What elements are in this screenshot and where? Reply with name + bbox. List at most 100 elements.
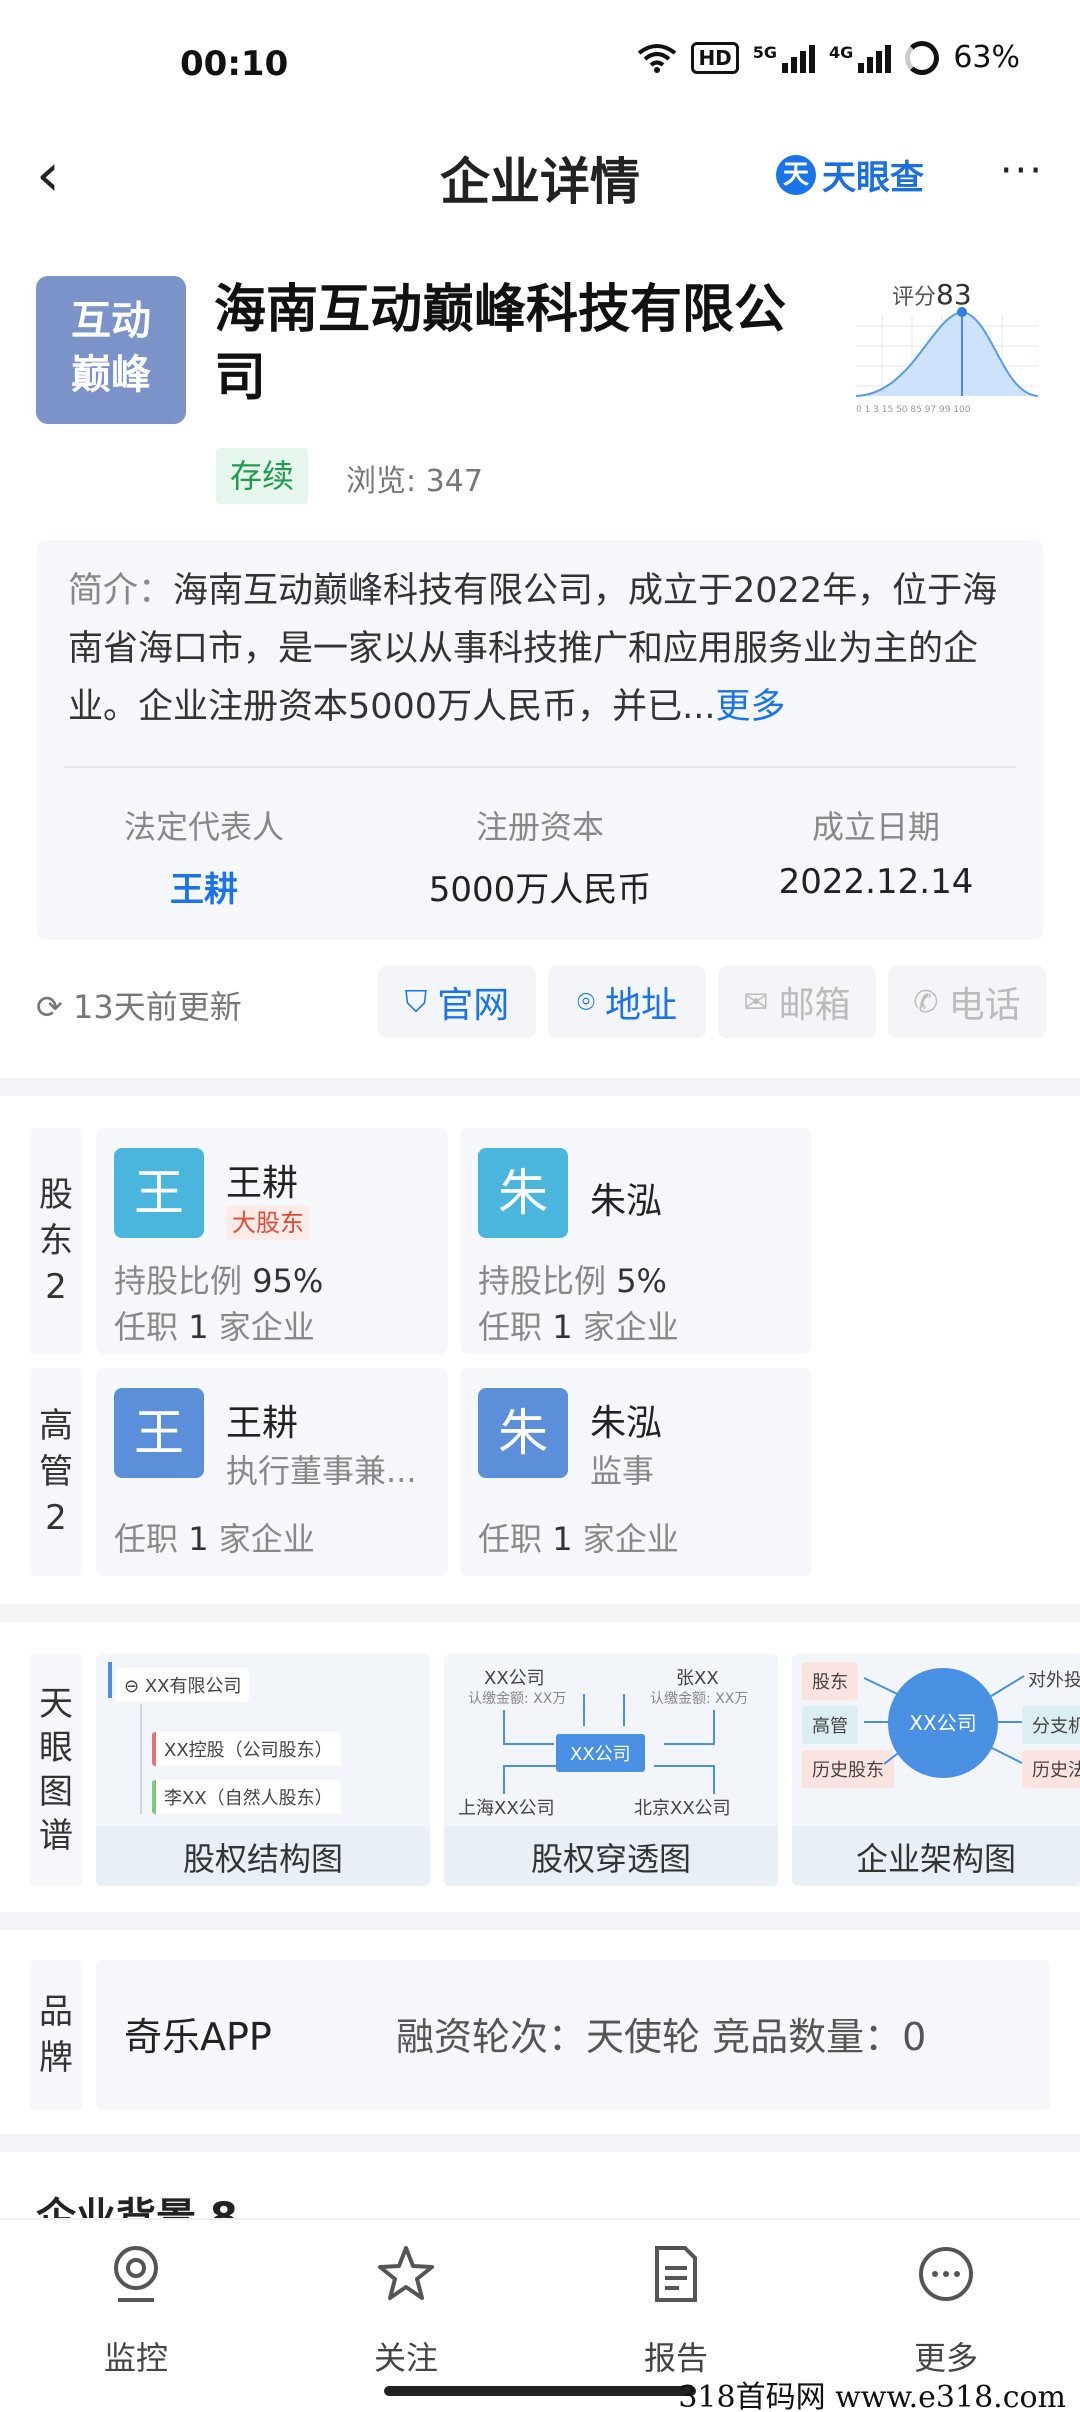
brand-card[interactable]: 奇乐APP 融资轮次：天使轮 竞品数量：0	[96, 1960, 1050, 2110]
company-name: 海南互动巅峰科技有限公司	[214, 280, 787, 408]
founded-date: 成立日期 2022.12.14	[708, 802, 1044, 902]
founded-date-value: 2022.12.14	[778, 862, 974, 902]
job-count: 任职 1 家企业	[114, 1308, 315, 1346]
signal-4g-icon: 4G	[829, 43, 892, 73]
avatar-line-1: 互动	[71, 298, 151, 344]
more-menu-button[interactable]: ···	[1000, 148, 1044, 194]
equity-structure-card[interactable]: ⊖ XX有限公司 XX控股（公司股东） 李XX（自然人股东） 股权结构图	[96, 1654, 430, 1886]
founded-date-label: 成立日期	[811, 808, 940, 846]
equity-penetration-card[interactable]: XX公司 认缴金额: XX万 张XX 认缴金额: XX万 XX公司 上海XX公司…	[444, 1654, 778, 1886]
intro-label: 简介：	[68, 571, 174, 611]
monitor-icon	[36, 2242, 236, 2321]
refresh-icon: ⟳	[36, 988, 73, 1026]
legal-rep-label: 法定代表人	[123, 808, 284, 846]
graph-node: 分支机	[1022, 1706, 1080, 1744]
intro-body: 海南互动巅峰科技有限公司，成立于2022年，位于海南省海口市，是一家以从事科技推…	[68, 571, 998, 727]
tab-more[interactable]: 更多	[846, 2242, 1046, 2379]
graph-card-title: 企业架构图	[855, 1840, 1016, 1878]
view-count: 浏览: 347	[346, 464, 483, 499]
shield-icon: ⛉	[404, 984, 428, 1020]
logo-mark-icon: 天	[776, 154, 816, 195]
registered-capital-value: 5000万人民币	[428, 870, 652, 910]
score-widget[interactable]: 评分83 0 1 3 15 50 85 97 99 100	[852, 276, 1042, 416]
section-gap	[0, 2134, 1080, 2152]
job-count: 任职 1 家企业	[478, 1308, 679, 1346]
divider	[64, 766, 1016, 768]
tab-follow[interactable]: 关注	[306, 2242, 506, 2379]
battery-percent: 63%	[953, 40, 1020, 75]
person-name: 朱泓	[590, 1403, 663, 1444]
brand-side-label[interactable]: 品牌	[30, 1960, 82, 2110]
status-badge: 存续	[216, 448, 309, 504]
person-avatar: 朱	[478, 1148, 568, 1238]
share-ratio: 持股比例 95%	[114, 1262, 324, 1300]
job-count: 任职 1 家企业	[114, 1520, 315, 1558]
major-shareholder-badge: 大股东	[226, 1206, 310, 1240]
section-gap	[0, 1604, 1080, 1622]
person-avatar: 王	[114, 1148, 204, 1238]
nav-bar: ‹ 企业详情 天 天眼查 ···	[0, 120, 1080, 230]
legal-rep-value[interactable]: 王耕	[36, 862, 372, 911]
graph-node: 上海XX公司	[458, 1798, 555, 1819]
graph-side-label[interactable]: 天眼图谱	[30, 1654, 82, 1886]
more-icon	[846, 2242, 1046, 2321]
person-name: 王耕	[226, 1163, 299, 1204]
graph-node: ⊖ XX有限公司	[116, 1668, 250, 1702]
website-button[interactable]: ⛉ 官网	[378, 966, 536, 1038]
avatar-line-2: 巅峰	[71, 352, 151, 398]
registered-capital-label: 注册资本	[475, 808, 604, 846]
battery-icon	[905, 40, 940, 75]
phone-icon: ✆	[913, 984, 939, 1020]
mail-icon: ✉	[743, 984, 769, 1020]
org-structure-card[interactable]: 股东 高管 历史股东 XX公司 对外投 分支机 历史法 企业架构图	[792, 1654, 1080, 1886]
graph-card-title: 股权结构图	[182, 1840, 343, 1878]
clock: 00:10	[180, 44, 289, 84]
graph-node: 李XX（自然人股东）	[152, 1780, 341, 1814]
status-icons: HD 5G 4G 63%	[637, 40, 1020, 75]
intro-text: 简介：海南互动巅峰科技有限公司，成立于2022年，位于海南省海口市，是一家以从事…	[68, 562, 1012, 736]
legal-rep[interactable]: 法定代表人 王耕	[36, 802, 372, 911]
score-bell-curve: 0 1 3 15 50 85 97 99 100	[855, 307, 1039, 415]
person-name: 王耕	[226, 1403, 299, 1444]
shareholders-side-label[interactable]: 股东 2	[30, 1128, 82, 1354]
status-bar: 00:10 HD 5G 4G 63%	[0, 0, 1080, 120]
person-avatar: 朱	[478, 1388, 568, 1478]
tab-monitor[interactable]: 监控	[36, 2242, 236, 2379]
section-gap	[0, 1078, 1080, 1096]
brand-funding-info: 融资轮次：天使轮 竞品数量：0	[396, 2015, 927, 2059]
shareholder-card[interactable]: 朱 朱泓 持股比例 5% 任职 1 家企业	[460, 1128, 812, 1354]
report-icon	[576, 2242, 776, 2321]
person-title: 执行董事兼...	[226, 1452, 417, 1490]
logo-text: 天眼查	[822, 158, 924, 198]
intro-more-link[interactable]: 更多	[715, 687, 785, 727]
email-button[interactable]: ✉ 邮箱	[718, 966, 876, 1038]
graph-node: XX控股（公司股东）	[152, 1732, 341, 1766]
executive-card[interactable]: 王 王耕 执行董事兼... 任职 1 家企业	[96, 1368, 448, 1576]
address-button[interactable]: ⌾ 地址	[548, 966, 706, 1038]
graph-node: 历史法	[1022, 1750, 1080, 1788]
registered-capital: 注册资本 5000万人民币	[372, 802, 708, 911]
executives-side-label[interactable]: 高管 2	[30, 1368, 82, 1576]
section-heading-peek: 企业背景 8	[36, 2196, 238, 2218]
intro-panel: 简介：海南互动巅峰科技有限公司，成立于2022年，位于海南省海口市，是一家以从事…	[36, 540, 1044, 940]
hd-icon: HD	[691, 41, 739, 74]
person-title: 监事	[590, 1452, 655, 1490]
shareholder-card[interactable]: 王 王耕 大股东 持股比例 95% 任职 1 家企业	[96, 1128, 448, 1354]
graph-center-node: XX公司	[888, 1668, 998, 1778]
tianyancha-logo: 天 天眼查	[776, 150, 924, 199]
job-count: 任职 1 家企业	[478, 1520, 679, 1558]
location-icon: ⌾	[576, 984, 595, 1020]
graph-center-node: XX公司	[556, 1734, 645, 1772]
star-icon	[306, 2242, 506, 2321]
company-avatar: 互动 巅峰	[36, 276, 186, 424]
phone-button[interactable]: ✆ 电话	[888, 966, 1046, 1038]
section-gap	[0, 1912, 1080, 1930]
tab-report[interactable]: 报告	[576, 2242, 776, 2379]
brand-app-name: 奇乐APP	[124, 2015, 272, 2059]
person-name: 朱泓	[590, 1181, 663, 1222]
share-ratio: 持股比例 5%	[478, 1262, 667, 1300]
executive-card[interactable]: 朱 朱泓 监事 任职 1 家企业	[460, 1368, 812, 1576]
graph-node: 对外投	[1028, 1670, 1080, 1691]
person-avatar: 王	[114, 1388, 204, 1478]
home-indicator[interactable]	[384, 2386, 696, 2396]
